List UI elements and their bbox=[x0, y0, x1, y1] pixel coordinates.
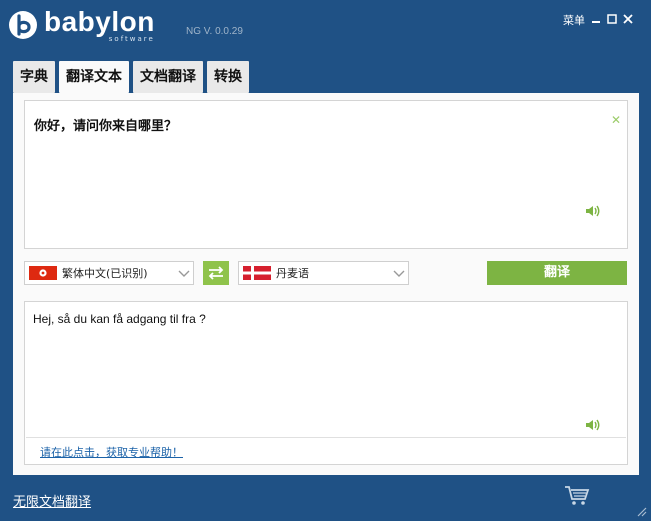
speaker-icon[interactable] bbox=[585, 418, 601, 432]
logo-wordmark: babylon software bbox=[44, 6, 155, 43]
source-language-label: 繁体中文(已识别) bbox=[62, 267, 148, 280]
help-bar: 请在此点击，获取专业帮助！ bbox=[26, 437, 626, 463]
tab-bar: 字典 翻译文本 文档翻译 转换 bbox=[13, 61, 249, 93]
professional-help-link[interactable]: 请在此点击，获取专业帮助！ bbox=[40, 444, 183, 460]
chevron-down-icon bbox=[178, 270, 190, 277]
tab-convert[interactable]: 转换 bbox=[207, 61, 249, 93]
translation-panel: 你好，请问你来自哪里？ ✕ 繁体中文(已识别) 丹麦语 翻译 Hej, så d… bbox=[13, 93, 639, 475]
shopping-cart-icon[interactable] bbox=[564, 484, 590, 506]
translate-button[interactable]: 翻译 bbox=[487, 261, 627, 285]
speaker-icon[interactable] bbox=[585, 204, 601, 218]
clear-icon[interactable]: ✕ bbox=[611, 113, 621, 127]
target-language-label: 丹麦语 bbox=[276, 267, 309, 280]
source-language-select[interactable]: 繁体中文(已识别) bbox=[24, 261, 194, 285]
target-language-select[interactable]: 丹麦语 bbox=[238, 261, 409, 285]
window-controls: 菜单 bbox=[563, 12, 633, 28]
close-icon[interactable] bbox=[623, 13, 633, 27]
resize-grip-icon[interactable] bbox=[635, 505, 647, 517]
menu-button[interactable]: 菜单 bbox=[563, 12, 585, 28]
target-text[interactable]: Hej, så du kan få adgang til fra ? bbox=[33, 312, 206, 326]
tab-translate-text[interactable]: 翻译文本 bbox=[59, 61, 129, 93]
target-text-area[interactable]: Hej, så du kan få adgang til fra ? 请在此点击… bbox=[24, 301, 628, 465]
tab-document-translation[interactable]: 文档翻译 bbox=[133, 61, 203, 93]
brand-name: babylon bbox=[44, 6, 155, 37]
denmark-flag-icon bbox=[243, 266, 271, 280]
maximize-icon[interactable] bbox=[607, 13, 617, 27]
unlimited-document-translation-link[interactable]: 无限文档翻译 bbox=[13, 491, 91, 510]
swap-icon bbox=[208, 266, 224, 280]
source-text[interactable]: 你好，请问你来自哪里？ bbox=[34, 115, 177, 134]
brand-subtitle: software bbox=[108, 35, 155, 43]
swap-languages-button[interactable] bbox=[203, 261, 229, 285]
source-text-area[interactable]: 你好，请问你来自哪里？ ✕ bbox=[24, 100, 628, 249]
minimize-icon[interactable] bbox=[591, 14, 601, 27]
chevron-down-icon bbox=[393, 270, 405, 277]
babylon-logo: babylon software bbox=[8, 6, 155, 46]
hong-kong-flag-icon bbox=[29, 266, 57, 280]
tab-dictionary[interactable]: 字典 bbox=[13, 61, 55, 93]
babylon-logo-icon bbox=[9, 11, 37, 39]
version-label: NG V. 0.0.29 bbox=[186, 26, 243, 37]
